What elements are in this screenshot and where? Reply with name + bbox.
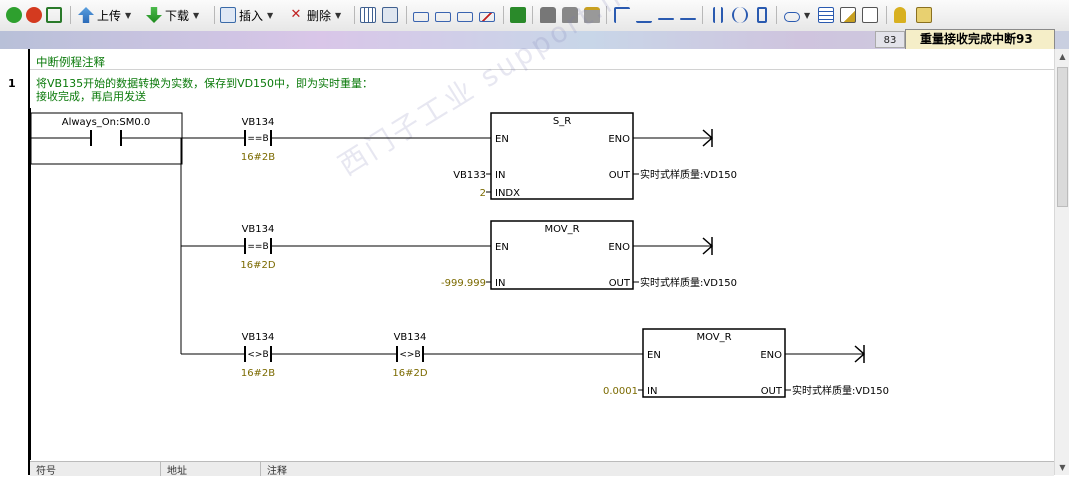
- vertical-scrollbar[interactable]: ▲ ▼: [1054, 49, 1069, 475]
- box-in: IN: [647, 386, 657, 397]
- output-value[interactable]: 实时式样质量:VD150: [792, 384, 889, 397]
- compare-address: VB134: [242, 224, 275, 235]
- input-value[interactable]: 0.0001: [603, 386, 638, 397]
- box-title: MOV_R: [696, 332, 731, 343]
- scroll-thumb[interactable]: [1057, 67, 1068, 207]
- box-en: EN: [495, 242, 509, 253]
- compare-value: 16#2B: [241, 368, 275, 379]
- box-out: OUT: [609, 278, 631, 289]
- output-value[interactable]: 实时式样质量:VD150: [640, 276, 737, 289]
- box-in: IN: [495, 170, 505, 181]
- compare-address: VB134: [242, 117, 275, 128]
- box-eno: ENO: [760, 350, 782, 361]
- movr-box-2[interactable]: MOV_R EN ENO IN OUT: [642, 328, 786, 398]
- column-address[interactable]: 地址: [160, 462, 187, 477]
- column-comment[interactable]: 注释: [260, 462, 287, 477]
- output-value[interactable]: 实时式样质量:VD150: [640, 168, 737, 181]
- compare-op: <>B: [247, 350, 268, 360]
- column-symbol[interactable]: 符号: [30, 462, 56, 477]
- contact-always-label: Always_On:SM0.0: [62, 117, 151, 128]
- compare-contact-2[interactable]: ==B: [244, 238, 272, 254]
- symbol-table-header: 符号 地址 注释: [30, 461, 1054, 477]
- compare-contact-3b[interactable]: <>B: [396, 346, 424, 362]
- scroll-down-icon[interactable]: ▼: [1055, 460, 1069, 475]
- compare-contact-3a[interactable]: <>B: [244, 346, 272, 362]
- indx-value[interactable]: 2: [480, 188, 486, 199]
- box-eno: ENO: [608, 134, 630, 145]
- box-out: OUT: [761, 386, 783, 397]
- compare-address: VB134: [242, 332, 275, 343]
- always-on-contact[interactable]: [31, 130, 181, 146]
- compare-value: 16#2D: [240, 260, 275, 271]
- ladder-diagram: Always_On:SM0.0 ==B VB134 16#2B S_R EN E…: [29, 108, 889, 460]
- compare-contact-1[interactable]: ==B: [244, 130, 272, 146]
- box-en: EN: [495, 134, 509, 145]
- movr-box-1[interactable]: MOV_R EN ENO IN OUT: [490, 220, 634, 290]
- compare-op: <>B: [399, 350, 420, 360]
- box-out: OUT: [609, 170, 631, 181]
- compare-value: 16#2D: [392, 368, 427, 379]
- compare-value: 16#2B: [241, 152, 275, 163]
- compare-address: VB134: [394, 332, 427, 343]
- compare-op: ==B: [247, 134, 268, 144]
- box-indx: INDX: [495, 188, 520, 199]
- box-title: S_R: [553, 116, 571, 127]
- input-value[interactable]: -999.999: [441, 278, 486, 289]
- box-eno: ENO: [608, 242, 630, 253]
- box-en: EN: [647, 350, 661, 361]
- box-in: IN: [495, 278, 505, 289]
- scroll-up-icon[interactable]: ▲: [1055, 49, 1069, 64]
- sr-box[interactable]: S_R EN ENO IN INDX OUT: [490, 112, 634, 200]
- compare-op: ==B: [247, 242, 268, 252]
- input-value[interactable]: VB133: [453, 170, 486, 181]
- box-title: MOV_R: [544, 224, 579, 235]
